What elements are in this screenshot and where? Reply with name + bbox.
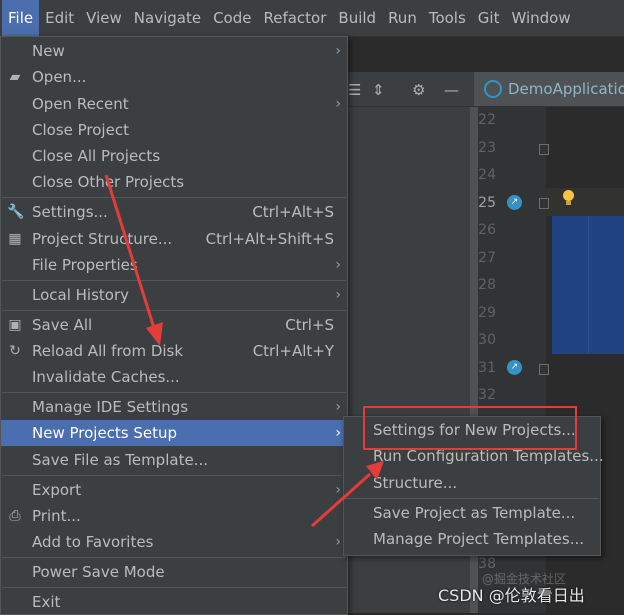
menu-item-file-properties[interactable]: File Properties › — [1, 252, 347, 278]
line-number: 24 — [478, 167, 496, 183]
gear-icon[interactable]: ⚙ — [412, 81, 425, 99]
menu-view[interactable]: View — [80, 0, 128, 36]
menu-separator — [2, 557, 346, 558]
spring-bean-gutter-icon[interactable]: ↗ — [507, 195, 522, 210]
menu-code[interactable]: Code — [207, 0, 257, 36]
menu-separator — [2, 310, 346, 311]
menu-item-local-history[interactable]: Local History › — [1, 282, 347, 308]
fold-marker-icon[interactable] — [539, 364, 549, 375]
caret-line — [546, 188, 624, 216]
reload-icon: ↻ — [9, 343, 21, 359]
lightbulb-icon[interactable] — [563, 190, 574, 201]
menu-item-save-all[interactable]: ▣ Save All Ctrl+S — [1, 312, 347, 338]
line-number: 22 — [478, 112, 496, 128]
submenu-item-save-project-as-template[interactable]: Save Project as Template... — [344, 500, 600, 526]
menu-item-power-save-mode[interactable]: Power Save Mode — [1, 559, 347, 585]
menu-item-settings[interactable]: 🔧 Settings... Ctrl+Alt+S — [1, 199, 347, 225]
chevron-right-icon: › — [335, 287, 341, 303]
menu-item-invalidate-caches[interactable]: Invalidate Caches... — [1, 364, 347, 390]
menu-refactor[interactable]: Refactor — [257, 0, 332, 36]
wrench-icon: 🔧 — [7, 204, 25, 220]
menu-edit[interactable]: Edit — [39, 0, 80, 36]
line-number-current: 25 — [478, 195, 496, 211]
expand-all-icon[interactable]: ⇕ — [372, 81, 385, 99]
menu-bar: File Edit View Navigate Code Refactor Bu… — [0, 0, 624, 37]
shortcut: Ctrl+S — [285, 316, 334, 334]
line-number: 26 — [478, 222, 496, 238]
line-number: 28 — [478, 277, 496, 293]
menu-item-exit[interactable]: Exit — [1, 589, 347, 615]
menu-item-open-recent[interactable]: Open Recent › — [1, 91, 347, 117]
fold-marker-icon[interactable] — [539, 144, 549, 155]
menu-separator — [2, 197, 346, 198]
menu-git[interactable]: Git — [472, 0, 506, 36]
collapse-all-icon[interactable]: ☰ — [348, 81, 361, 99]
fold-marker-icon[interactable] — [539, 198, 549, 209]
chevron-right-icon: › — [335, 96, 341, 112]
chevron-right-icon: › — [335, 43, 341, 59]
menu-item-new[interactable]: New › — [1, 38, 347, 64]
watermark: CSDN @伦敦看日出 — [438, 586, 585, 605]
menu-item-new-projects-setup[interactable]: New Projects Setup › — [1, 420, 347, 446]
menu-item-save-file-as-template[interactable]: Save File as Template... — [1, 447, 347, 473]
menu-item-project-structure[interactable]: ▦ Project Structure... Ctrl+Alt+Shift+S — [1, 226, 347, 252]
save-icon: ▣ — [8, 317, 22, 333]
chevron-right-icon: › — [335, 534, 341, 550]
shortcut: Ctrl+Alt+Shift+S — [205, 230, 334, 248]
menu-item-manage-ide-settings[interactable]: Manage IDE Settings › — [1, 394, 347, 420]
selection-guide — [588, 216, 589, 354]
submenu-item-manage-project-templates[interactable]: Manage Project Templates... — [344, 526, 600, 552]
menu-item-open[interactable]: ▰ Open... — [1, 64, 347, 90]
menu-separator — [2, 587, 346, 588]
chevron-right-icon: › — [335, 425, 341, 441]
highlight-box-annotation — [363, 406, 577, 450]
java-class-icon — [484, 80, 502, 98]
line-number: 23 — [478, 140, 496, 156]
menu-item-add-to-favorites[interactable]: Add to Favorites › — [1, 529, 347, 555]
menu-item-close-all-projects[interactable]: Close All Projects — [1, 143, 347, 169]
line-number: 31 — [478, 360, 496, 376]
menu-separator — [2, 475, 346, 476]
line-number: 29 — [478, 305, 496, 321]
printer-icon: ⎙ — [9, 508, 21, 524]
menu-item-export[interactable]: Export › — [1, 477, 347, 503]
menu-tools[interactable]: Tools — [423, 0, 472, 36]
menu-separator — [345, 498, 599, 499]
spring-bean-gutter-icon[interactable]: ↗ — [507, 360, 522, 375]
menu-navigate[interactable]: Navigate — [128, 0, 207, 36]
folder-icon: ▰ — [9, 69, 21, 85]
editor-tab-title: DemoApplication — [508, 80, 624, 98]
menu-item-print[interactable]: ⎙ Print... — [1, 503, 347, 529]
menu-item-close-other-projects[interactable]: Close Other Projects — [1, 169, 347, 195]
shortcut: Ctrl+Alt+Y — [252, 342, 334, 360]
menu-item-close-project[interactable]: Close Project — [1, 117, 347, 143]
submenu-item-structure[interactable]: Structure... — [344, 470, 600, 496]
chevron-right-icon: › — [335, 482, 341, 498]
line-number: 30 — [478, 332, 496, 348]
menu-separator — [2, 392, 346, 393]
menu-item-reload-all[interactable]: ↻ Reload All from Disk Ctrl+Alt+Y — [1, 338, 347, 364]
project-structure-icon: ▦ — [8, 231, 22, 247]
shortcut: Ctrl+Alt+S — [252, 203, 334, 221]
menu-run[interactable]: Run — [382, 0, 423, 36]
editor-tab[interactable]: DemoApplication — [474, 72, 624, 106]
minimize-icon[interactable]: — — [444, 81, 459, 99]
line-number: 27 — [478, 250, 496, 266]
lightbulb-base — [566, 201, 571, 205]
menu-file[interactable]: File — [2, 0, 40, 36]
menu-build[interactable]: Build — [332, 0, 382, 36]
menu-separator — [2, 280, 346, 281]
menu-window[interactable]: Window — [505, 0, 576, 36]
file-menu: New › ▰ Open... Open Recent › Close Proj… — [0, 36, 348, 615]
line-number: 32 — [478, 387, 496, 403]
chevron-right-icon: › — [335, 399, 341, 415]
chevron-right-icon: › — [335, 257, 341, 273]
